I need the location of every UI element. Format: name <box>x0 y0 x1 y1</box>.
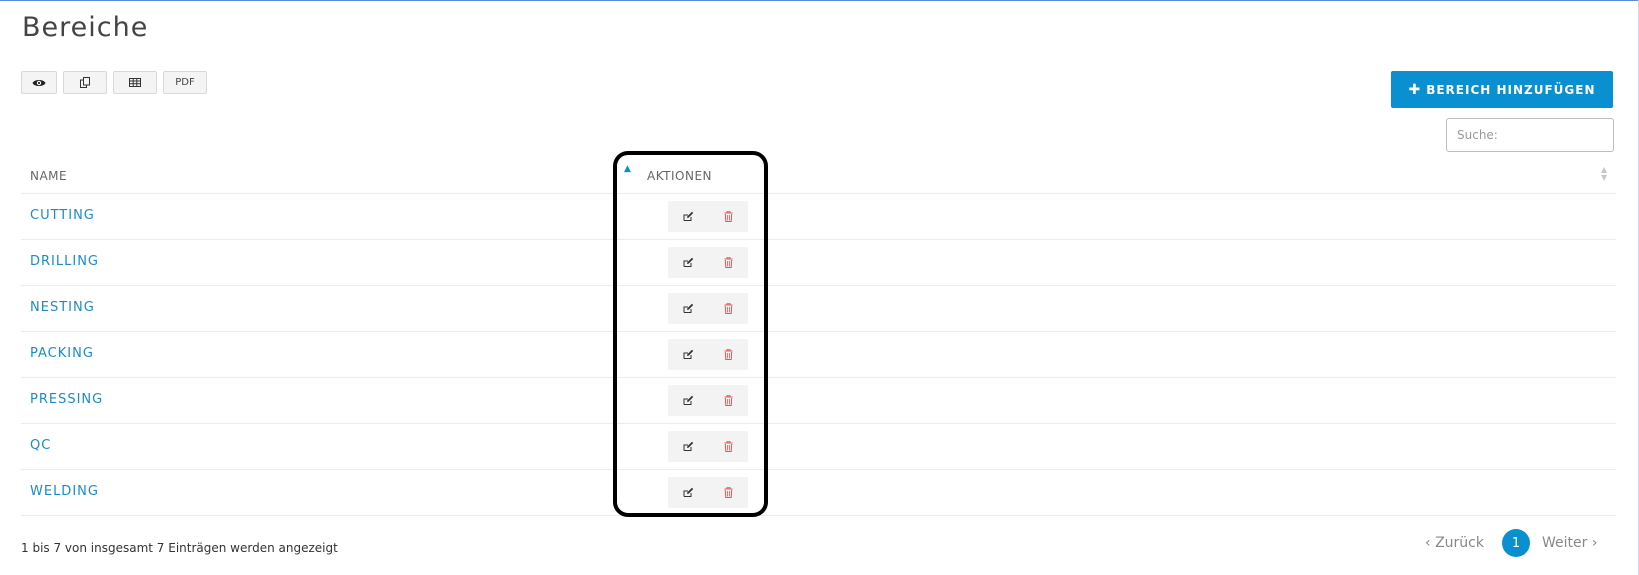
edit-icon <box>683 483 694 502</box>
edit-button[interactable] <box>668 247 708 278</box>
row-name-link[interactable]: PRESSING <box>30 392 103 407</box>
trash-icon <box>724 391 733 410</box>
next-page-button[interactable]: Weiter › <box>1542 535 1597 551</box>
copy-button[interactable] <box>63 71 107 94</box>
row-actions <box>668 385 748 416</box>
eye-icon <box>32 79 46 86</box>
edit-button[interactable] <box>668 293 708 324</box>
edit-icon <box>683 345 694 364</box>
plus-icon: ✚ <box>1408 81 1422 98</box>
row-name-link[interactable]: PACKING <box>30 346 94 361</box>
table-header: NAME ▲ AKTIONEN ▲ ▼ <box>21 158 1616 194</box>
edit-icon <box>683 437 694 456</box>
add-bereich-button[interactable]: ✚ BEREICH HINZUFÜGEN <box>1391 71 1613 108</box>
edit-button[interactable] <box>668 339 708 370</box>
trash-icon <box>724 345 733 364</box>
search-input[interactable] <box>1446 118 1614 152</box>
edit-icon <box>683 207 694 226</box>
table-row: CUTTING <box>21 194 1616 240</box>
delete-button[interactable] <box>708 201 748 232</box>
edit-button[interactable] <box>668 431 708 462</box>
table-row: DRILLING <box>21 240 1616 286</box>
row-actions <box>668 339 748 370</box>
edit-icon <box>683 253 694 272</box>
previous-page-button[interactable]: ‹ Zurück <box>1425 535 1484 551</box>
chevron-left-icon: ‹ <box>1425 535 1431 551</box>
edit-icon <box>683 391 694 410</box>
row-name-link[interactable]: DRILLING <box>30 254 99 269</box>
delete-button[interactable] <box>708 293 748 324</box>
add-bereich-label: BEREICH HINZUFÜGEN <box>1426 82 1596 97</box>
trash-icon <box>724 483 733 502</box>
row-name-link[interactable]: WELDING <box>30 484 99 499</box>
copy-icon <box>79 77 90 88</box>
delete-button[interactable] <box>708 339 748 370</box>
table-info: 1 bis 7 von insgesamt 7 Einträgen werden… <box>21 541 338 555</box>
row-actions <box>668 431 748 462</box>
table-row: QC <box>21 424 1616 470</box>
excel-export-button[interactable] <box>113 71 157 94</box>
edit-button[interactable] <box>668 477 708 508</box>
column-header-actions: AKTIONEN <box>647 169 712 183</box>
row-actions <box>668 477 748 508</box>
pagination: ‹ Zurück 1 Weiter › <box>1425 529 1605 557</box>
row-actions <box>668 247 748 278</box>
edit-button[interactable] <box>668 385 708 416</box>
edit-icon <box>683 299 694 318</box>
delete-button[interactable] <box>708 385 748 416</box>
chevron-right-icon: › <box>1591 535 1598 551</box>
previous-page-label: Zurück <box>1435 535 1484 551</box>
edit-button[interactable] <box>668 201 708 232</box>
pdf-export-button[interactable]: PDF <box>163 71 207 94</box>
sort-ascending-icon: ▲ <box>624 164 631 174</box>
table-body: CUTTING DRILLING NESTING PACKING PRESSING QC W… <box>21 194 1616 516</box>
table-row: PRESSING <box>21 378 1616 424</box>
row-name-link[interactable]: QC <box>30 438 51 453</box>
table-row: WELDING <box>21 470 1616 516</box>
view-columns-button[interactable] <box>21 71 57 94</box>
page-button-1[interactable]: 1 <box>1502 529 1530 557</box>
next-page-label: Weiter <box>1542 535 1588 551</box>
delete-button[interactable] <box>708 477 748 508</box>
table-icon <box>129 78 141 87</box>
trash-icon <box>724 437 733 456</box>
row-actions <box>668 293 748 324</box>
table-row: NESTING <box>21 286 1616 332</box>
page-title: Bereiche <box>22 12 149 43</box>
column-header-name[interactable]: NAME <box>30 169 67 183</box>
row-name-link[interactable]: CUTTING <box>30 208 95 223</box>
sort-icon[interactable]: ▲ ▼ <box>1601 166 1610 182</box>
trash-icon <box>724 253 733 272</box>
row-actions <box>668 201 748 232</box>
trash-icon <box>724 207 733 226</box>
table-row: PACKING <box>21 332 1616 378</box>
delete-button[interactable] <box>708 247 748 278</box>
bereiche-panel: Bereiche PDF ✚ BEREICH HINZUFÜGEN Suche:… <box>0 0 1639 575</box>
delete-button[interactable] <box>708 431 748 462</box>
export-toolbar: PDF <box>21 71 207 94</box>
row-name-link[interactable]: NESTING <box>30 300 95 315</box>
trash-icon <box>724 299 733 318</box>
